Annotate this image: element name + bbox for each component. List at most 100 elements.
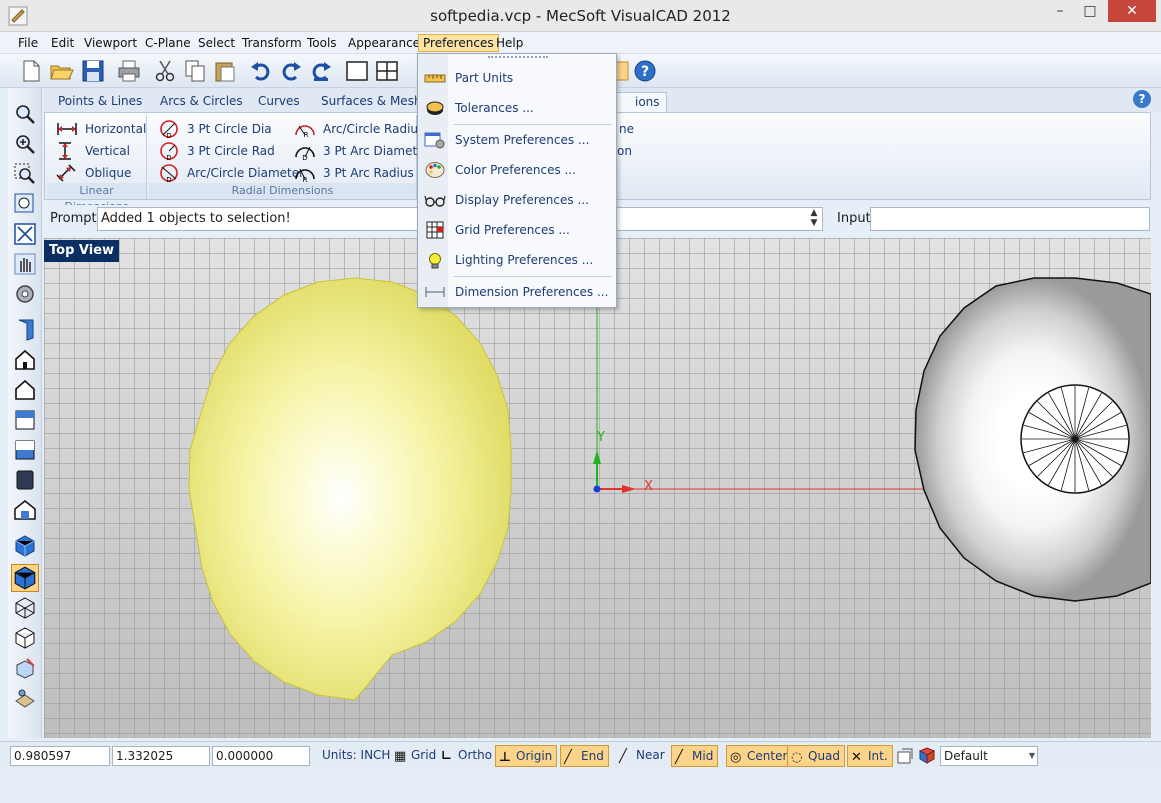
origin-snap-toggle[interactable]: ⊥ Origin	[495, 745, 558, 767]
y-axis-arrow	[593, 450, 601, 464]
menu-display-preferences[interactable]: Display Preferences ...	[419, 187, 616, 213]
render-icon[interactable]	[13, 656, 37, 680]
svg-text:D: D	[166, 132, 171, 139]
zoom-in-icon[interactable]	[13, 132, 37, 156]
menu-select[interactable]: Select	[194, 34, 239, 52]
save-icon[interactable]	[80, 58, 106, 84]
menu-part-units[interactable]: Part Units	[419, 65, 616, 91]
fit-view-icon[interactable]	[13, 222, 37, 246]
layer-manager-icon[interactable]	[896, 747, 914, 765]
arc-diameter-icon: D	[160, 164, 178, 183]
shaded-edges-cube-icon[interactable]	[11, 564, 39, 592]
arc-3pt-radius-icon: R	[295, 168, 315, 183]
zoom-extents-icon[interactable]	[13, 192, 37, 216]
menu-help[interactable]: Help	[492, 34, 527, 52]
ortho-toggle[interactable]: ∟ Ortho	[438, 745, 496, 767]
menu-grid-preferences[interactable]: Grid Preferences ...	[419, 217, 616, 243]
menu-tolerances[interactable]: Tolerances ...	[419, 95, 616, 121]
int-snap-toggle[interactable]: ✕ Int.	[847, 745, 893, 767]
shaded-cube-icon[interactable]	[13, 534, 37, 558]
center-snap-toggle[interactable]: ◎ Center	[726, 745, 793, 767]
yellow-sphere[interactable]	[188, 277, 512, 701]
glasses-icon	[424, 195, 446, 207]
four-viewports-icon[interactable]	[374, 58, 400, 84]
hidden-line-cube-icon[interactable]	[13, 626, 37, 650]
grid-icon	[426, 221, 444, 239]
help-toolbar-icon[interactable]: ?	[632, 58, 658, 84]
units-label[interactable]: Units: INCH	[322, 748, 390, 762]
x-axis-arrow	[622, 485, 636, 493]
minimize-button[interactable]: –	[1046, 0, 1074, 22]
menu-appearance[interactable]: Appearance	[344, 34, 424, 52]
prompt-label: Prompt:	[50, 211, 102, 226]
zoom-box-icon[interactable]	[13, 162, 37, 186]
layer-color-icon[interactable]	[918, 747, 936, 765]
help-icon[interactable]: ?	[1133, 90, 1151, 108]
pan-icon[interactable]	[13, 252, 37, 276]
material-icon[interactable]	[13, 686, 37, 710]
menu-edit[interactable]: Edit	[47, 34, 78, 52]
single-viewport-icon[interactable]	[344, 58, 370, 84]
redo-icon[interactable]	[278, 58, 304, 84]
layer-select[interactable]: Default ▼	[940, 746, 1038, 766]
intersection-snap-icon: ✕	[851, 750, 862, 765]
undo-icon[interactable]	[248, 58, 274, 84]
y-coordinate: 1.332025	[112, 746, 210, 766]
torus-object[interactable]	[914, 277, 1151, 602]
grid-snap-toggle[interactable]: ▦ Grid	[391, 745, 440, 767]
menu-preferences[interactable]: Preferences	[418, 34, 499, 52]
menu-viewport[interactable]: Viewport	[80, 34, 141, 52]
house-view-icon[interactable]	[13, 378, 37, 402]
quad-snap-toggle[interactable]: ◌ Quad	[787, 745, 846, 767]
view-toolbar	[8, 88, 42, 738]
near-snap-toggle[interactable]: ╱ Near	[616, 745, 669, 767]
new-file-icon[interactable]	[18, 58, 44, 84]
top-viewport[interactable]: X Y Top View	[44, 238, 1151, 738]
x-coordinate: 0.980597	[10, 746, 110, 766]
copy-icon[interactable]	[182, 58, 208, 84]
top-view-icon[interactable]	[13, 408, 37, 432]
svg-text:D: D	[302, 154, 307, 161]
scene-canvas[interactable]: X Y	[44, 238, 1151, 738]
zoom-icon[interactable]	[13, 102, 37, 126]
wireframe-cube-icon[interactable]	[13, 596, 37, 620]
quad-snap-icon: ◌	[791, 750, 803, 765]
prompt-scroll-arrows[interactable]: ▲ ▼	[807, 208, 821, 230]
menu-system-preferences[interactable]: System Preferences ...	[419, 127, 616, 153]
end-snap-toggle[interactable]: ╱ End	[560, 745, 609, 767]
open-folder-icon[interactable]	[48, 58, 74, 84]
mid-snap-toggle[interactable]: ╱ Mid	[671, 745, 719, 767]
z-coordinate: 0.000000	[212, 746, 310, 766]
menu-lighting-preferences[interactable]: Lighting Preferences ...	[419, 247, 616, 273]
menu-color-preferences[interactable]: Color Preferences ...	[419, 157, 616, 183]
tab-points-lines[interactable]: Points & Lines	[52, 92, 148, 112]
print-icon[interactable]	[116, 58, 142, 84]
tab-arcs-circles[interactable]: Arcs & Circles	[154, 92, 249, 112]
menu-separator	[454, 276, 612, 277]
viewport-title[interactable]: Top View	[44, 240, 120, 262]
cut-icon[interactable]	[152, 58, 178, 84]
bottom-view-icon[interactable]	[13, 438, 37, 462]
horizontal-dimension-icon	[57, 123, 77, 135]
menu-dimension-preferences[interactable]: Dimension Preferences ...	[419, 279, 616, 305]
grid-snap-icon: ▦	[394, 749, 407, 764]
rotate-view-icon[interactable]	[13, 282, 37, 306]
repeat-icon[interactable]	[308, 58, 334, 84]
command-input[interactable]	[870, 207, 1150, 231]
iso-view-icon[interactable]	[13, 498, 37, 522]
menu-file[interactable]: File	[14, 34, 42, 52]
maximize-button[interactable]: □	[1076, 0, 1104, 22]
mid-snap-icon: ╱	[675, 750, 683, 765]
palette-icon	[425, 162, 445, 178]
close-button[interactable]: ✕	[1108, 0, 1156, 22]
back-view-icon[interactable]	[13, 468, 37, 492]
front-view-icon[interactable]	[13, 318, 37, 342]
menu-grip[interactable]	[488, 56, 548, 60]
paste-icon[interactable]	[212, 58, 238, 84]
menu-transform[interactable]: Transform	[238, 34, 306, 52]
tab-curves[interactable]: Curves	[252, 92, 306, 112]
menu-c-plane[interactable]: C-Plane	[141, 34, 195, 52]
menu-tools[interactable]: Tools	[303, 34, 341, 52]
vertical-dimension-icon	[59, 142, 71, 160]
home-view-icon[interactable]	[13, 348, 37, 372]
